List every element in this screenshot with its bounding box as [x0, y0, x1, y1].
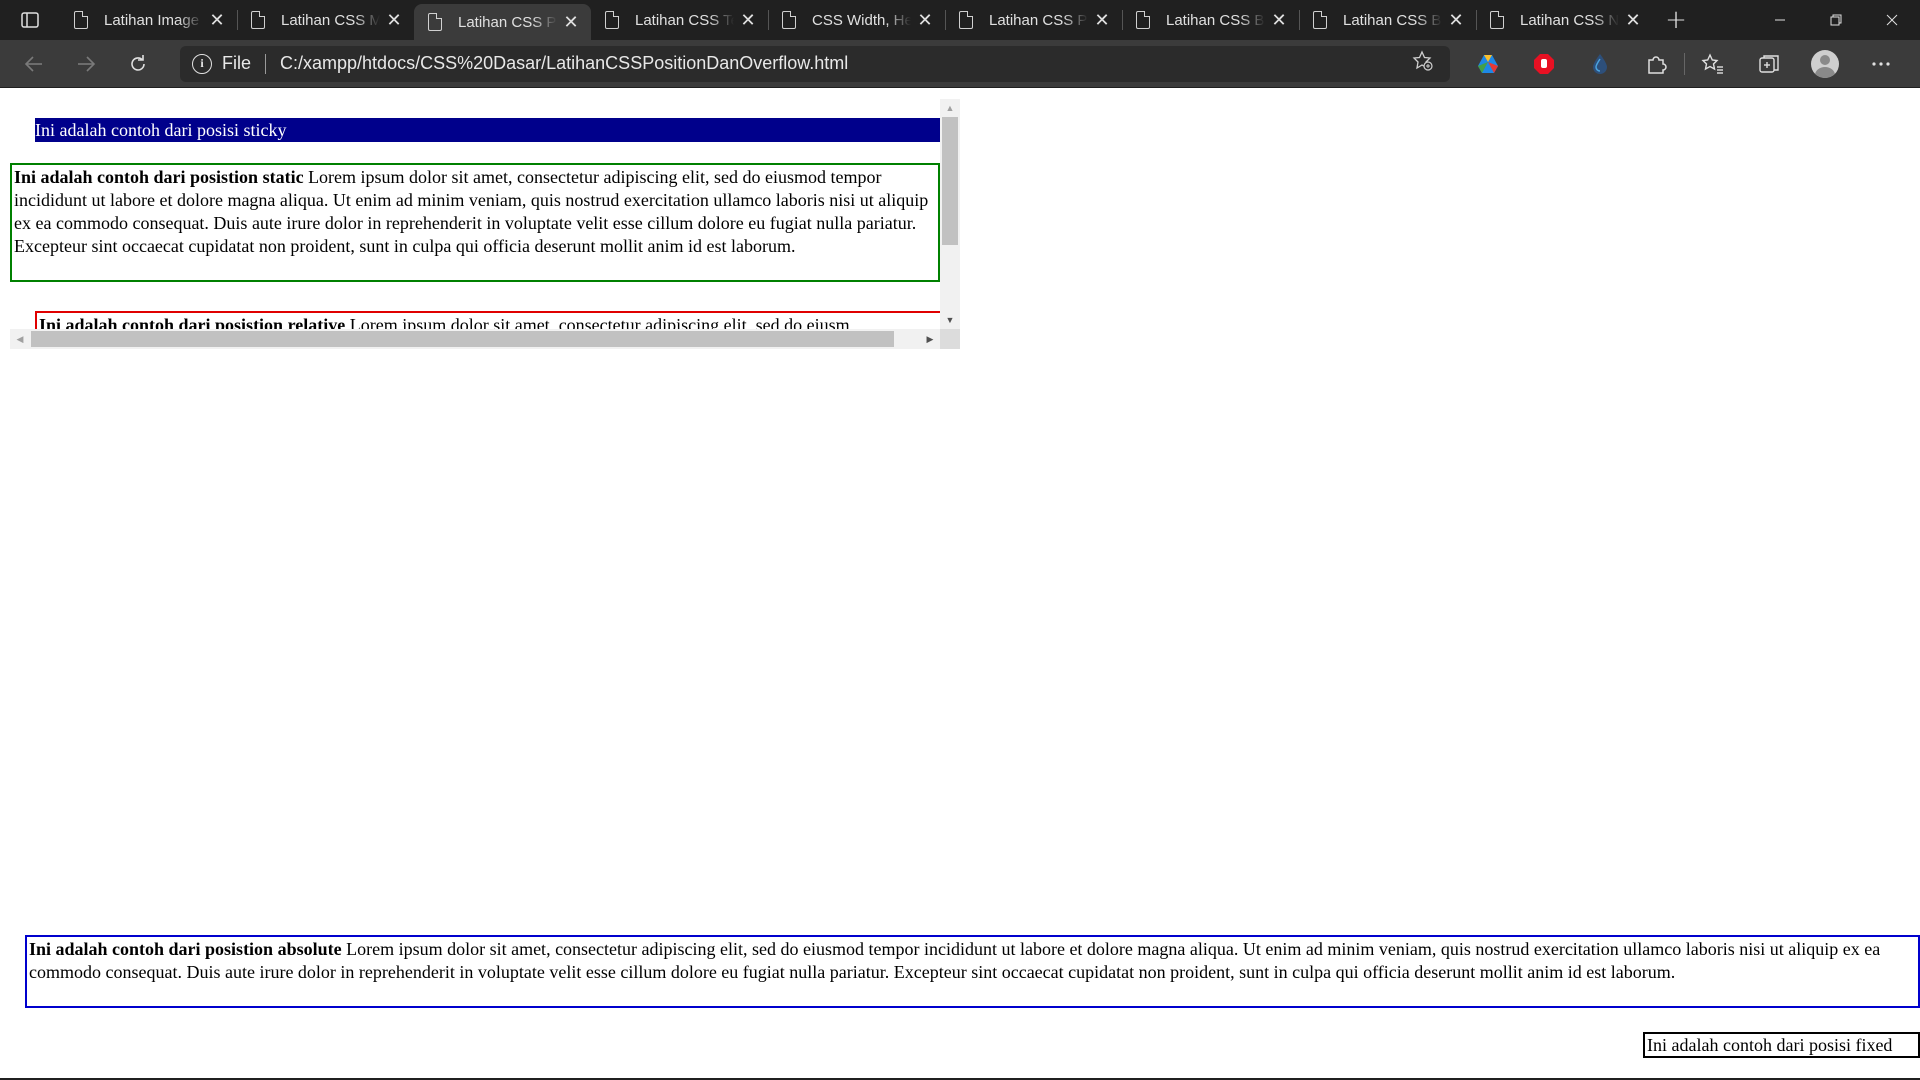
- relative-label: Ini adalah contoh dari posistion relativ…: [39, 315, 346, 329]
- address-bar[interactable]: i File C:/xampp/htdocs/CSS%20Dasar/Latih…: [180, 45, 1450, 82]
- refresh-icon[interactable]: [112, 44, 164, 84]
- static-box: Ini adalah contoh dari posistion static …: [10, 163, 940, 282]
- tab-latihan-css-position-active[interactable]: Latihan CSS Po ✕: [414, 4, 591, 40]
- address-separator: [265, 53, 267, 74]
- puzzle-icon[interactable]: [1628, 44, 1684, 84]
- tab-latihan-css-bo-2[interactable]: Latihan CSS Bo ✕: [1299, 0, 1476, 40]
- avatar: [1811, 49, 1839, 78]
- tab-latihan-image[interactable]: Latihan Image ✕: [60, 0, 237, 40]
- tab-title: CSS Width, He: [812, 11, 911, 29]
- horizontal-scrollbar[interactable]: ◀ ▶: [10, 329, 940, 349]
- page-icon: [1490, 11, 1504, 29]
- tab-title: Latihan CSS Po: [458, 13, 557, 31]
- close-icon[interactable]: ✕: [561, 12, 581, 32]
- close-icon[interactable]: ✕: [384, 10, 404, 30]
- profile-button[interactable]: [1797, 44, 1853, 84]
- tab-actions-icon[interactable]: [0, 0, 60, 40]
- back-arrow-icon[interactable]: [8, 44, 60, 84]
- close-icon[interactable]: ✕: [1446, 10, 1466, 30]
- tab-latihan-css-bo-1[interactable]: Latihan CSS Bo ✕: [1122, 0, 1299, 40]
- browser-toolbar: i File C:/xampp/htdocs/CSS%20Dasar/Latih…: [0, 40, 1920, 88]
- tab-latihan-css-po[interactable]: Latihan CSS Po ✕: [945, 0, 1122, 40]
- close-icon[interactable]: ✕: [738, 10, 758, 30]
- scheme-label: File: [222, 53, 252, 73]
- tab-title: Latihan CSS Po: [989, 11, 1088, 29]
- scroll-right-icon[interactable]: ▶: [920, 329, 940, 349]
- tab-latihan-css-m[interactable]: Latihan CSS M ✕: [237, 0, 414, 40]
- tab-title: Latihan CSS M: [281, 11, 380, 29]
- close-icon[interactable]: ✕: [1092, 10, 1112, 30]
- tab-title: Latihan CSS N: [1520, 11, 1619, 29]
- sticky-box: Ini adalah contoh dari posisi sticky: [35, 118, 940, 142]
- horizontal-scroll-thumb[interactable]: [31, 331, 894, 347]
- page-icon: [782, 11, 796, 29]
- scroll-left-icon[interactable]: ◀: [10, 329, 30, 349]
- vertical-scrollbar[interactable]: ▲ ▼: [940, 99, 960, 329]
- extension-drop-icon[interactable]: [1572, 44, 1628, 84]
- window-controls: [1752, 0, 1920, 40]
- page-icon: [251, 11, 265, 29]
- relative-body: Lorem ipsum dolor sit amet, consectetur …: [345, 315, 850, 329]
- relative-box: Ini adalah contoh dari posistion relativ…: [35, 311, 940, 329]
- static-label: Ini adalah contoh dari posistion static: [14, 167, 304, 187]
- info-icon[interactable]: i: [192, 53, 212, 74]
- close-icon[interactable]: ✕: [207, 10, 227, 30]
- fixed-box: Ini adalah contoh dari posisi fixed: [1643, 1032, 1920, 1058]
- scrollbar-corner: [940, 329, 960, 349]
- minimize-icon[interactable]: [1752, 0, 1808, 40]
- page-icon: [74, 11, 88, 29]
- favorites-icon[interactable]: [1685, 44, 1741, 84]
- tab-css-width-height[interactable]: CSS Width, He ✕: [768, 0, 945, 40]
- restore-icon[interactable]: [1808, 0, 1864, 40]
- page-viewport: Ini adalah contoh dari posisi sticky Ini…: [0, 89, 1920, 1080]
- extensions-row: [1460, 44, 1909, 84]
- tab-title: Latihan CSS Bo: [1166, 11, 1265, 29]
- add-favorite-icon[interactable]: [1408, 49, 1438, 78]
- scroll-down-icon[interactable]: ▼: [940, 311, 960, 329]
- absolute-box: Ini adalah contoh dari posistion absolut…: [25, 935, 1920, 1008]
- extension-adblock-icon[interactable]: [1516, 44, 1572, 84]
- extension-google-drive-icon[interactable]: [1460, 44, 1516, 84]
- more-icon[interactable]: [1853, 44, 1909, 84]
- page-icon: [959, 11, 973, 29]
- tab-title: Latihan Image: [104, 11, 200, 29]
- page-icon: [428, 13, 442, 31]
- close-window-icon[interactable]: [1864, 0, 1920, 40]
- tab-title: Latihan CSS Te: [635, 11, 734, 29]
- page-icon: [605, 11, 619, 29]
- tab-latihan-css-n[interactable]: Latihan CSS N ✕: [1476, 0, 1653, 40]
- close-icon[interactable]: ✕: [915, 10, 935, 30]
- overflow-scroll-container[interactable]: Ini adalah contoh dari posisi sticky Ini…: [10, 99, 960, 349]
- close-icon[interactable]: ✕: [1269, 10, 1289, 30]
- vertical-scroll-thumb[interactable]: [942, 117, 958, 245]
- tab-latihan-css-te[interactable]: Latihan CSS Te ✕: [591, 0, 768, 40]
- page-icon: [1313, 11, 1327, 29]
- forward-arrow-icon[interactable]: [60, 44, 112, 84]
- scroll-viewport: Ini adalah contoh dari posisi sticky Ini…: [10, 99, 940, 329]
- page-icon: [1136, 11, 1150, 29]
- close-icon[interactable]: ✕: [1623, 10, 1643, 30]
- tab-title: Latihan CSS Bo: [1343, 11, 1442, 29]
- plus-icon[interactable]: +: [1653, 0, 1699, 40]
- collections-icon[interactable]: [1741, 44, 1797, 84]
- scroll-up-icon[interactable]: ▲: [940, 99, 960, 117]
- tab-strip: Latihan Image ✕ Latihan CSS M ✕ Latihan …: [0, 0, 1920, 40]
- url-text[interactable]: C:/xampp/htdocs/CSS%20Dasar/LatihanCSSPo…: [280, 53, 1408, 74]
- absolute-label: Ini adalah contoh dari posistion absolut…: [29, 939, 342, 959]
